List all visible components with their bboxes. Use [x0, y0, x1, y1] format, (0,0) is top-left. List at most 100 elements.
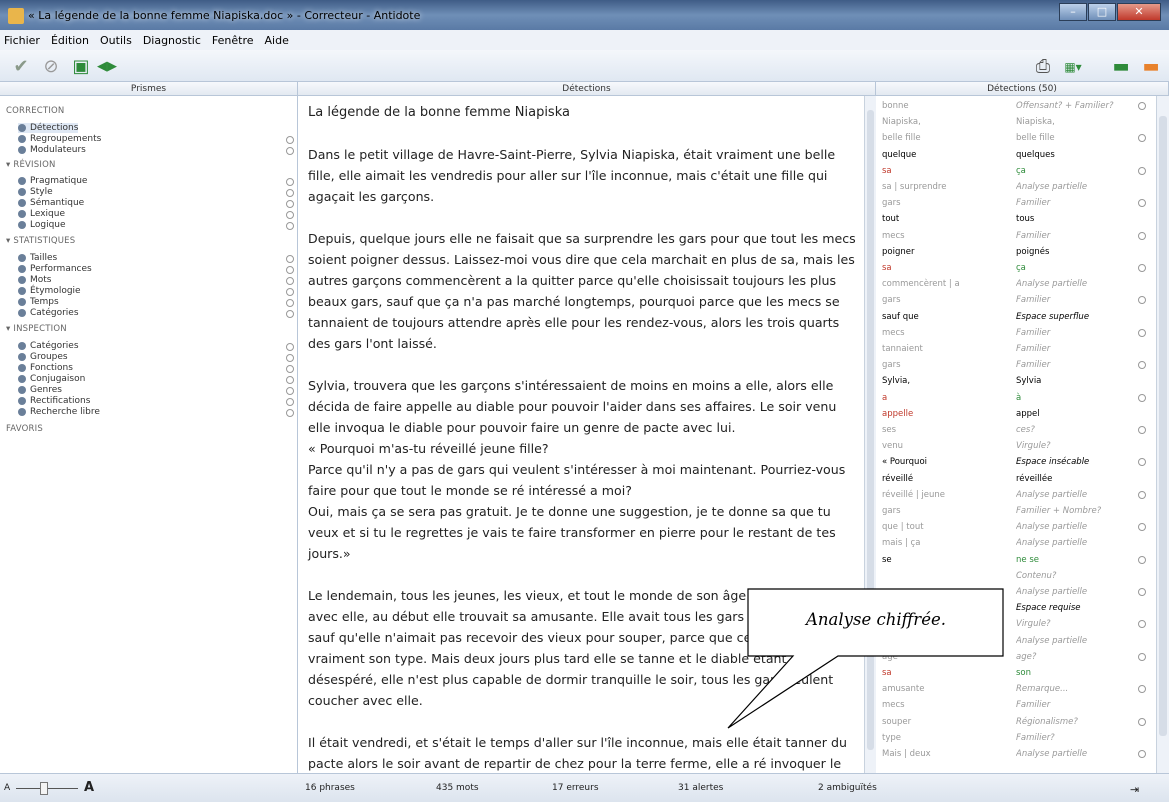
- paragraph[interactable]: « Pourquoi m'as-tu réveillé jeune fille?: [308, 438, 858, 459]
- info-icon[interactable]: [1138, 264, 1146, 272]
- detection-row[interactable]: tannaient Familier: [876, 343, 1156, 355]
- sidebar-item-etymologie[interactable]: Étymologie: [18, 286, 81, 296]
- info-icon[interactable]: [1138, 490, 1146, 499]
- info-icon[interactable]: [1138, 685, 1146, 694]
- info-icon[interactable]: [1138, 231, 1146, 240]
- detection-row[interactable]: belle fille belle fille: [876, 132, 1156, 144]
- paragraph[interactable]: Depuis, quelque jours elle ne faisait qu…: [308, 228, 858, 354]
- detection-row[interactable]: ses ces?: [876, 424, 1156, 436]
- detection-row[interactable]: tout tous: [876, 213, 1156, 225]
- zoom-handle[interactable]: [40, 782, 48, 795]
- sidebar-item-recherche-libre[interactable]: Recherche libre: [18, 407, 100, 417]
- info-icon[interactable]: [286, 398, 294, 406]
- close-button[interactable]: ✕: [1117, 3, 1161, 21]
- info-icon[interactable]: [286, 178, 294, 186]
- section-favoris[interactable]: FAVORIS: [6, 424, 43, 434]
- detection-row[interactable]: gars Familier + Nombre?: [876, 505, 1156, 517]
- info-icon[interactable]: [1138, 717, 1146, 726]
- info-icon[interactable]: [286, 387, 294, 395]
- info-icon[interactable]: [1138, 102, 1146, 110]
- sidebar-item-categories-stats[interactable]: Catégories: [18, 308, 79, 318]
- info-icon[interactable]: [1138, 361, 1146, 370]
- detection-row[interactable]: réveillé réveillée: [876, 473, 1156, 485]
- info-icon[interactable]: [286, 343, 294, 351]
- info-icon[interactable]: [286, 211, 294, 219]
- paragraph[interactable]: Parce qu'il n'y a pas de gars qui veulen…: [308, 459, 858, 501]
- minimize-button[interactable]: –: [1059, 3, 1087, 21]
- navigate-arrows-icon[interactable]: ◀▶: [96, 56, 118, 78]
- paragraph[interactable]: Oui, mais ça se sera pas gratuit. Je te …: [308, 501, 858, 564]
- sidebar-item-performances[interactable]: Performances: [18, 264, 92, 274]
- correct-icon[interactable]: ✔: [10, 56, 32, 78]
- info-icon[interactable]: [1138, 328, 1146, 337]
- info-icon[interactable]: [1138, 426, 1146, 434]
- filter-icon[interactable]: ▦▾: [1062, 56, 1084, 78]
- detection-row[interactable]: appelle appel: [876, 408, 1156, 420]
- detection-row[interactable]: gars Familier: [876, 197, 1156, 209]
- detection-row[interactable]: bonne Offensant? + Familier?: [876, 100, 1156, 112]
- sidebar-item-logique[interactable]: Logique: [18, 220, 66, 230]
- info-icon[interactable]: [1138, 750, 1146, 758]
- detection-row[interactable]: sa ça: [876, 165, 1156, 177]
- menu-fenetre[interactable]: Fenêtre: [212, 34, 254, 47]
- info-icon[interactable]: [1138, 523, 1146, 532]
- info-icon[interactable]: [286, 310, 294, 318]
- detection-row[interactable]: aà: [876, 392, 1156, 404]
- detection-row[interactable]: réveillé | jeune Analyse partielle: [876, 489, 1156, 501]
- orange-book-icon[interactable]: ▬: [1140, 56, 1162, 78]
- detection-row[interactable]: que | tout Analyse partielle: [876, 521, 1156, 533]
- sidebar-item-rectifications[interactable]: Rectifications: [18, 396, 90, 406]
- detection-row[interactable]: sa ça: [876, 262, 1156, 274]
- detection-row[interactable]: se ne se: [876, 554, 1156, 566]
- info-icon[interactable]: [286, 255, 294, 263]
- detection-row[interactable]: Contenu?: [876, 570, 1156, 582]
- info-icon[interactable]: [1138, 555, 1146, 564]
- doc-title[interactable]: La légende de la bonne femme Niapiska: [308, 102, 858, 123]
- green-book-icon[interactable]: ▬: [1110, 56, 1132, 78]
- detection-row[interactable]: quelque quelques: [876, 149, 1156, 161]
- info-icon[interactable]: [286, 288, 294, 296]
- detection-row[interactable]: mecs Familier: [876, 327, 1156, 339]
- sidebar-item-pragmatique[interactable]: Pragmatique: [18, 176, 87, 186]
- sidebar-item-tailles[interactable]: Tailles: [18, 253, 57, 263]
- menu-fichier[interactable]: Fichier: [4, 34, 40, 47]
- detection-row[interactable]: Sylvia, Sylvia: [876, 375, 1156, 387]
- detection-row[interactable]: gars Familier: [876, 294, 1156, 306]
- menu-diagnostic[interactable]: Diagnostic: [143, 34, 201, 47]
- section-revision[interactable]: ▾ RÉVISION: [6, 160, 56, 170]
- sidebar-item-style[interactable]: Style: [18, 187, 53, 197]
- scroll-thumb[interactable]: [1159, 116, 1167, 736]
- info-icon[interactable]: [1138, 134, 1146, 143]
- sidebar-item-lexique[interactable]: Lexique: [18, 209, 65, 219]
- menu-outils[interactable]: Outils: [100, 34, 132, 47]
- info-icon[interactable]: [1138, 393, 1146, 402]
- sidebar-item-genres[interactable]: Genres: [18, 385, 62, 395]
- detection-row[interactable]: mais | ça Analyse partielle: [876, 537, 1156, 549]
- detections-scrollbar[interactable]: [1156, 96, 1169, 773]
- info-icon[interactable]: [1138, 166, 1146, 175]
- info-icon[interactable]: [1138, 620, 1146, 629]
- detection-row[interactable]: sa | surprendre Analyse partielle: [876, 181, 1156, 193]
- info-icon[interactable]: [1138, 588, 1146, 596]
- info-icon[interactable]: [286, 277, 294, 285]
- detection-row[interactable]: mecs Familier: [876, 230, 1156, 242]
- info-icon[interactable]: [286, 376, 294, 384]
- info-icon[interactable]: [1138, 458, 1146, 467]
- info-icon[interactable]: [1138, 199, 1146, 208]
- info-icon[interactable]: [286, 147, 294, 155]
- sidebar-item-fonctions[interactable]: Fonctions: [18, 363, 73, 373]
- sidebar-item-detections[interactable]: Détections: [18, 123, 79, 133]
- sidebar-item-regroupements[interactable]: Regroupements: [18, 134, 101, 144]
- info-icon[interactable]: [286, 222, 294, 230]
- info-icon[interactable]: [286, 266, 294, 274]
- sidebar-item-conjugaison[interactable]: Conjugaison: [18, 374, 85, 384]
- info-icon[interactable]: [1138, 652, 1146, 661]
- detection-row[interactable]: Niapiska, Niapiska,: [876, 116, 1156, 128]
- detection-row[interactable]: « Pourquoi Espace insécable: [876, 456, 1156, 468]
- menu-edition[interactable]: Édition: [51, 34, 89, 47]
- detection-row[interactable]: commencèrent | a Analyse partielle: [876, 278, 1156, 290]
- sidebar-item-mots[interactable]: Mots: [18, 275, 52, 285]
- sidebar-item-modulateurs[interactable]: Modulateurs: [18, 145, 86, 155]
- sidebar-item-temps[interactable]: Temps: [18, 297, 59, 307]
- info-icon[interactable]: [286, 200, 294, 208]
